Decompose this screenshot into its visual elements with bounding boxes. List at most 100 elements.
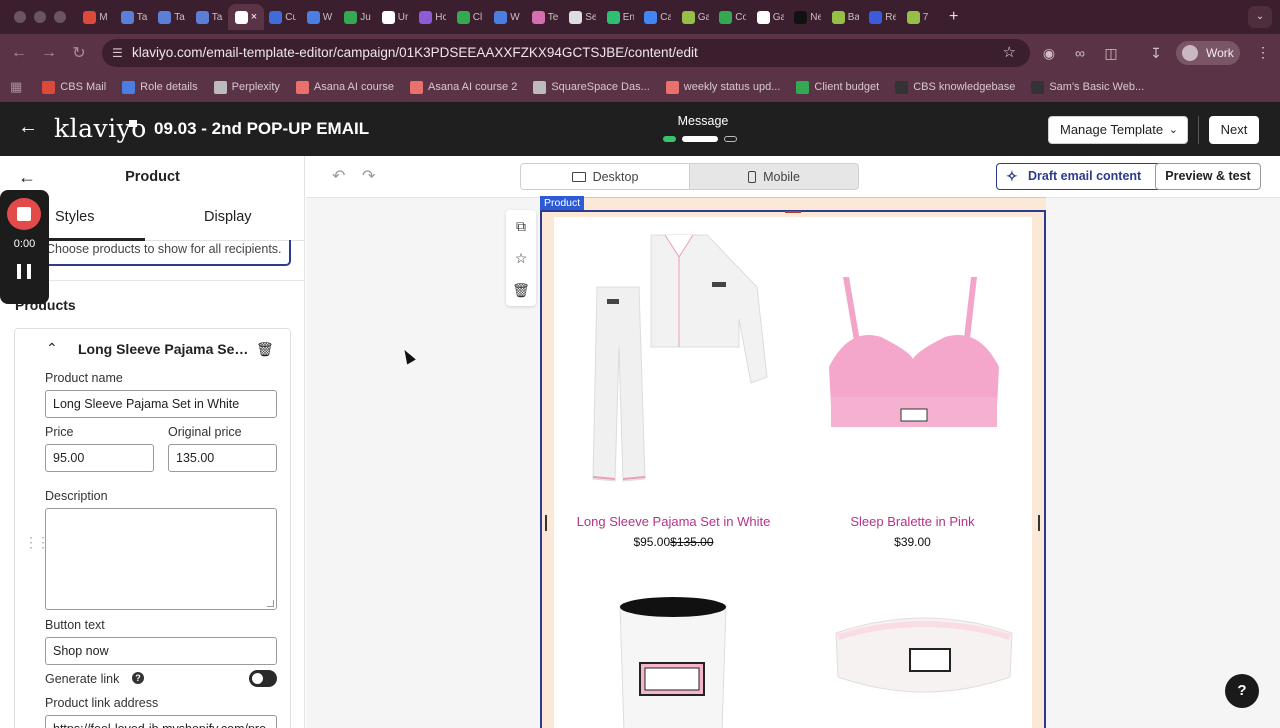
pajama-set-image[interactable] xyxy=(589,227,769,497)
browser-tab[interactable]: Re xyxy=(864,4,902,30)
resize-handle-left[interactable] xyxy=(545,515,547,531)
browser-tab[interactable]: Co xyxy=(714,4,752,30)
product-card-title[interactable]: Long Sleeve Pajama Set i... xyxy=(78,341,250,357)
bookmark-item[interactable]: Role details xyxy=(122,80,198,94)
browser-tab[interactable]: Ta xyxy=(191,4,229,30)
delete-block-icon[interactable]: 🗑 xyxy=(506,274,536,306)
url-bar[interactable]: ☰ klaviyo.com/email-template-editor/camp… xyxy=(102,39,1030,67)
undo-icon[interactable]: ↶ xyxy=(332,166,345,186)
resize-handle-top[interactable] xyxy=(785,211,801,213)
new-tab-button[interactable]: + xyxy=(949,8,958,26)
bookmark-item[interactable]: Sam's Basic Web... xyxy=(1031,80,1144,94)
bookmark-label: CBS knowledgebase xyxy=(913,81,1016,93)
bookmark-item[interactable]: Client budget xyxy=(796,80,879,94)
browser-tab[interactable]: Ta xyxy=(116,4,154,30)
browser-tab[interactable]: Se xyxy=(564,4,602,30)
extension-icon[interactable]: ◉ xyxy=(1040,44,1058,62)
tab-favicon-icon xyxy=(158,10,172,24)
product-title[interactable]: Sleep Bralette in Pink xyxy=(793,514,1032,529)
headband-image[interactable] xyxy=(834,607,1014,702)
button-text-input[interactable]: Shop now xyxy=(45,637,277,665)
apps-grid-icon[interactable]: ▦ xyxy=(10,79,22,95)
bookmark-item[interactable]: CBS Mail xyxy=(42,80,106,94)
tab-styles[interactable]: Styles xyxy=(55,209,95,225)
browser-tab[interactable]: Te xyxy=(527,4,565,30)
exit-editor-icon[interactable]: ← xyxy=(18,116,38,139)
generate-link-toggle[interactable] xyxy=(249,670,277,687)
generate-link-label: Generate link xyxy=(45,672,120,686)
duplicate-icon[interactable]: ⧉ xyxy=(506,210,536,242)
desktop-view-button[interactable]: Desktop xyxy=(521,164,690,189)
browser-tab[interactable]: W xyxy=(489,4,527,30)
product-grid[interactable]: Long Sleeve Pajama Set in White $95.00$1… xyxy=(554,217,1032,728)
browser-tab[interactable]: Hc xyxy=(414,4,452,30)
resize-handle-right[interactable] xyxy=(1038,515,1040,531)
browser-tab[interactable]: Ur xyxy=(377,4,415,30)
browser-menu-icon[interactable]: ⋮ xyxy=(1256,44,1270,61)
browser-tab[interactable]: Ga xyxy=(677,4,715,30)
browser-tab[interactable]: Cl xyxy=(452,4,490,30)
klaviyo-logo[interactable]: klaviyo xyxy=(54,114,147,143)
browser-tab[interactable]: Ju xyxy=(339,4,377,30)
mobile-view-button[interactable]: Mobile xyxy=(690,164,858,189)
tab-display[interactable]: Display xyxy=(204,209,252,225)
bralette-image[interactable] xyxy=(809,267,1019,447)
draft-email-content-button[interactable]: ✧ Draft email content xyxy=(996,163,1176,190)
description-textarea[interactable] xyxy=(45,508,277,610)
bookmark-favicon-icon xyxy=(1031,80,1045,94)
collapse-chevron-icon[interactable]: ⌃ xyxy=(46,340,58,357)
bookmark-star-icon[interactable]: ☆ xyxy=(1003,39,1016,67)
bookmark-item[interactable]: Asana AI course xyxy=(295,80,394,94)
close-tab-icon[interactable]: × xyxy=(251,11,257,23)
bookmark-item[interactable]: weekly status upd... xyxy=(665,80,780,94)
product-selection-option[interactable]: Choose products to show for all recipien… xyxy=(14,240,291,266)
next-button[interactable]: Next xyxy=(1209,116,1259,144)
browser-tab[interactable]: M xyxy=(78,4,116,30)
button-text-label: Button text xyxy=(45,618,105,632)
browser-tab[interactable]: Ta xyxy=(153,4,191,30)
product-title[interactable]: Long Sleeve Pajama Set in White xyxy=(554,514,793,529)
site-settings-icon[interactable]: ☰ xyxy=(112,39,123,67)
redo-icon[interactable]: ↷ xyxy=(362,166,375,186)
browser-tab[interactable]: Ca xyxy=(639,4,677,30)
preview-test-button[interactable]: Preview & test xyxy=(1155,163,1261,190)
extensions-puzzle-icon[interactable]: ◫ xyxy=(1102,44,1120,62)
bookmark-item[interactable]: CBS knowledgebase xyxy=(895,80,1016,94)
help-button[interactable]: ? xyxy=(1225,674,1259,708)
save-favorite-star-icon[interactable]: ☆ xyxy=(506,242,536,274)
tab-title: M xyxy=(99,11,108,23)
maximize-window-button[interactable] xyxy=(54,11,66,23)
delete-product-icon[interactable]: 🗑 xyxy=(256,341,274,358)
back-icon[interactable]: ← xyxy=(4,44,34,62)
cup-image[interactable] xyxy=(618,597,728,728)
price-input[interactable]: 95.00 xyxy=(45,444,154,472)
product-link-input[interactable]: https://feel-loved-jb.myshopify.com/pro xyxy=(45,715,277,728)
browser-tab[interactable]: Ba xyxy=(827,4,865,30)
download-icon[interactable]: ↧ xyxy=(1147,44,1165,62)
product-name-input[interactable]: Long Sleeve Pajama Set in White xyxy=(45,390,277,418)
browser-tab[interactable]: × xyxy=(228,4,264,30)
browser-tab[interactable]: Ga xyxy=(752,4,790,30)
browser-tab[interactable]: 7 xyxy=(902,4,940,30)
help-circle-icon[interactable]: ? xyxy=(132,672,144,684)
forward-icon[interactable]: → xyxy=(34,44,64,62)
extension-icon[interactable]: ∞ xyxy=(1071,44,1089,62)
browser-tab[interactable]: Cu xyxy=(264,4,302,30)
bookmark-item[interactable]: SquareSpace Das... xyxy=(533,80,650,94)
reload-icon[interactable]: ↻ xyxy=(64,43,94,63)
pause-recording-button[interactable] xyxy=(17,264,31,279)
original-price-input[interactable]: 135.00 xyxy=(168,444,277,472)
stop-recording-button[interactable] xyxy=(7,198,41,230)
browser-tab[interactable]: En xyxy=(602,4,640,30)
minimize-window-button[interactable] xyxy=(34,11,46,23)
browser-tab[interactable]: Ne xyxy=(789,4,827,30)
bookmark-item[interactable]: Perplexity xyxy=(213,80,280,94)
bookmarks-bar: ▦ CBS Mail Role details Perplexity Asana AI… xyxy=(0,72,1280,102)
logo-flag xyxy=(129,120,137,127)
manage-template-button[interactable]: Manage Template ⌄ xyxy=(1048,116,1188,144)
tab-search-button[interactable]: ⌄ xyxy=(1248,6,1272,28)
profile-button[interactable]: Work xyxy=(1176,41,1240,65)
browser-tab[interactable]: W xyxy=(302,4,340,30)
bookmark-item[interactable]: Asana AI course 2 xyxy=(410,80,517,94)
close-window-button[interactable] xyxy=(14,11,26,23)
